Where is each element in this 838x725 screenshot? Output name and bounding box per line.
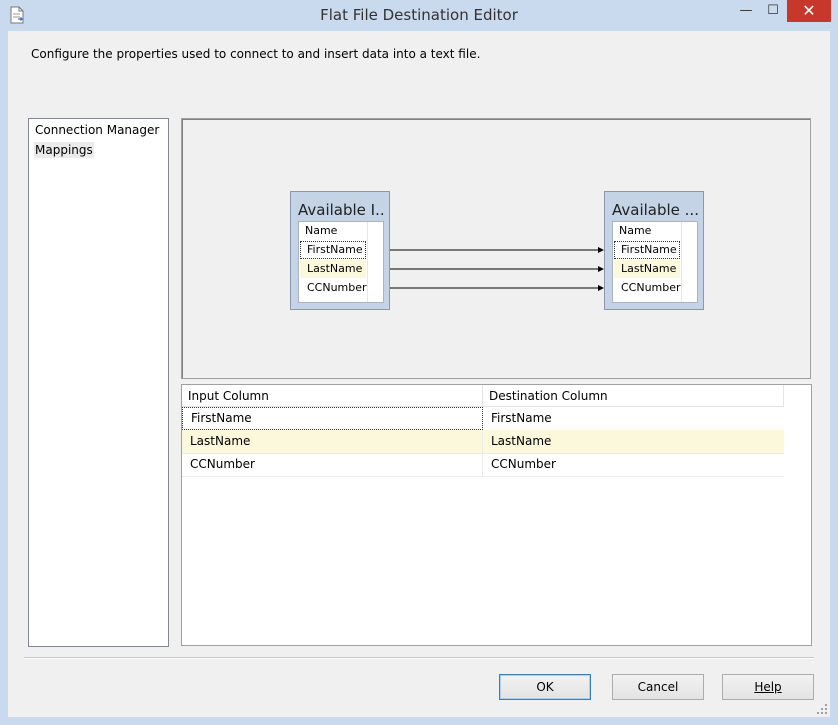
input-table-title: Available I... — [298, 201, 384, 219]
help-button[interactable]: Help — [722, 674, 814, 700]
mapping-canvas[interactable]: Available I... Name FirstName LastName C… — [181, 118, 811, 379]
nav-item-mappings[interactable]: Mappings — [34, 142, 94, 158]
input-column-item[interactable]: CCNumber — [300, 279, 367, 297]
minimize-button[interactable]: — — [731, 0, 761, 22]
nav-item-connection-manager[interactable]: Connection Manager — [34, 122, 160, 138]
maximize-icon: ☐ — [767, 3, 779, 18]
destination-column-cell[interactable]: LastName — [483, 430, 784, 453]
page-navigation-list[interactable]: Connection Manager Mappings — [28, 118, 169, 647]
maximize-button[interactable]: ☐ — [758, 0, 788, 22]
button-separator — [24, 657, 814, 659]
table-row[interactable]: FirstName FirstName — [182, 407, 784, 431]
grid-header-input-column[interactable]: Input Column — [182, 385, 483, 407]
input-column-cell[interactable]: CCNumber — [182, 453, 483, 476]
ok-button[interactable]: OK — [499, 674, 591, 700]
input-table-header: Name — [305, 224, 338, 237]
destination-column-cell[interactable]: FirstName — [483, 407, 784, 430]
dialog-description: Configure the properties used to connect… — [31, 47, 481, 61]
table-row[interactable]: CCNumber CCNumber — [182, 453, 784, 477]
resize-grip-icon[interactable] — [816, 703, 828, 715]
destination-columns-table[interactable]: Available ... Name FirstName LastName CC… — [604, 191, 704, 310]
mapping-links — [390, 247, 604, 291]
destination-column-cell[interactable]: CCNumber — [483, 453, 784, 476]
grid-header-destination-column[interactable]: Destination Column — [483, 385, 784, 407]
destination-table-list[interactable]: Name FirstName LastName CCNumber — [612, 221, 698, 303]
close-button[interactable]: ✕ — [787, 0, 831, 22]
destination-table-header: Name — [619, 224, 652, 237]
table-row[interactable]: LastName LastName — [182, 430, 784, 454]
cancel-button[interactable]: Cancel — [612, 674, 704, 700]
input-columns-table[interactable]: Available I... Name FirstName LastName C… — [290, 191, 390, 310]
destination-column-item[interactable]: FirstName — [614, 241, 680, 259]
input-table-list[interactable]: Name FirstName LastName CCNumber — [298, 221, 384, 303]
minimize-icon: — — [739, 3, 753, 18]
input-column-cell[interactable]: FirstName — [182, 407, 483, 430]
destination-column-item[interactable]: CCNumber — [614, 279, 681, 297]
input-column-cell[interactable]: LastName — [182, 430, 483, 453]
input-table-scrollbar[interactable] — [367, 222, 383, 302]
input-column-item[interactable]: FirstName — [300, 241, 366, 259]
window-title: Flat File Destination Editor — [320, 6, 518, 24]
destination-table-scrollbar[interactable] — [681, 222, 697, 302]
title-bar[interactable]: Flat File Destination Editor — ☐ ✕ — [0, 0, 838, 31]
destination-column-item[interactable]: LastName — [614, 260, 680, 278]
destination-table-title: Available ... — [612, 201, 698, 219]
mappings-grid[interactable]: Input Column Destination Column FirstNam… — [181, 384, 812, 646]
help-button-label: Help — [754, 680, 782, 694]
dialog-client-area: Configure the properties used to connect… — [8, 31, 830, 717]
close-icon: ✕ — [802, 1, 816, 20]
input-column-item[interactable]: LastName — [300, 260, 366, 278]
